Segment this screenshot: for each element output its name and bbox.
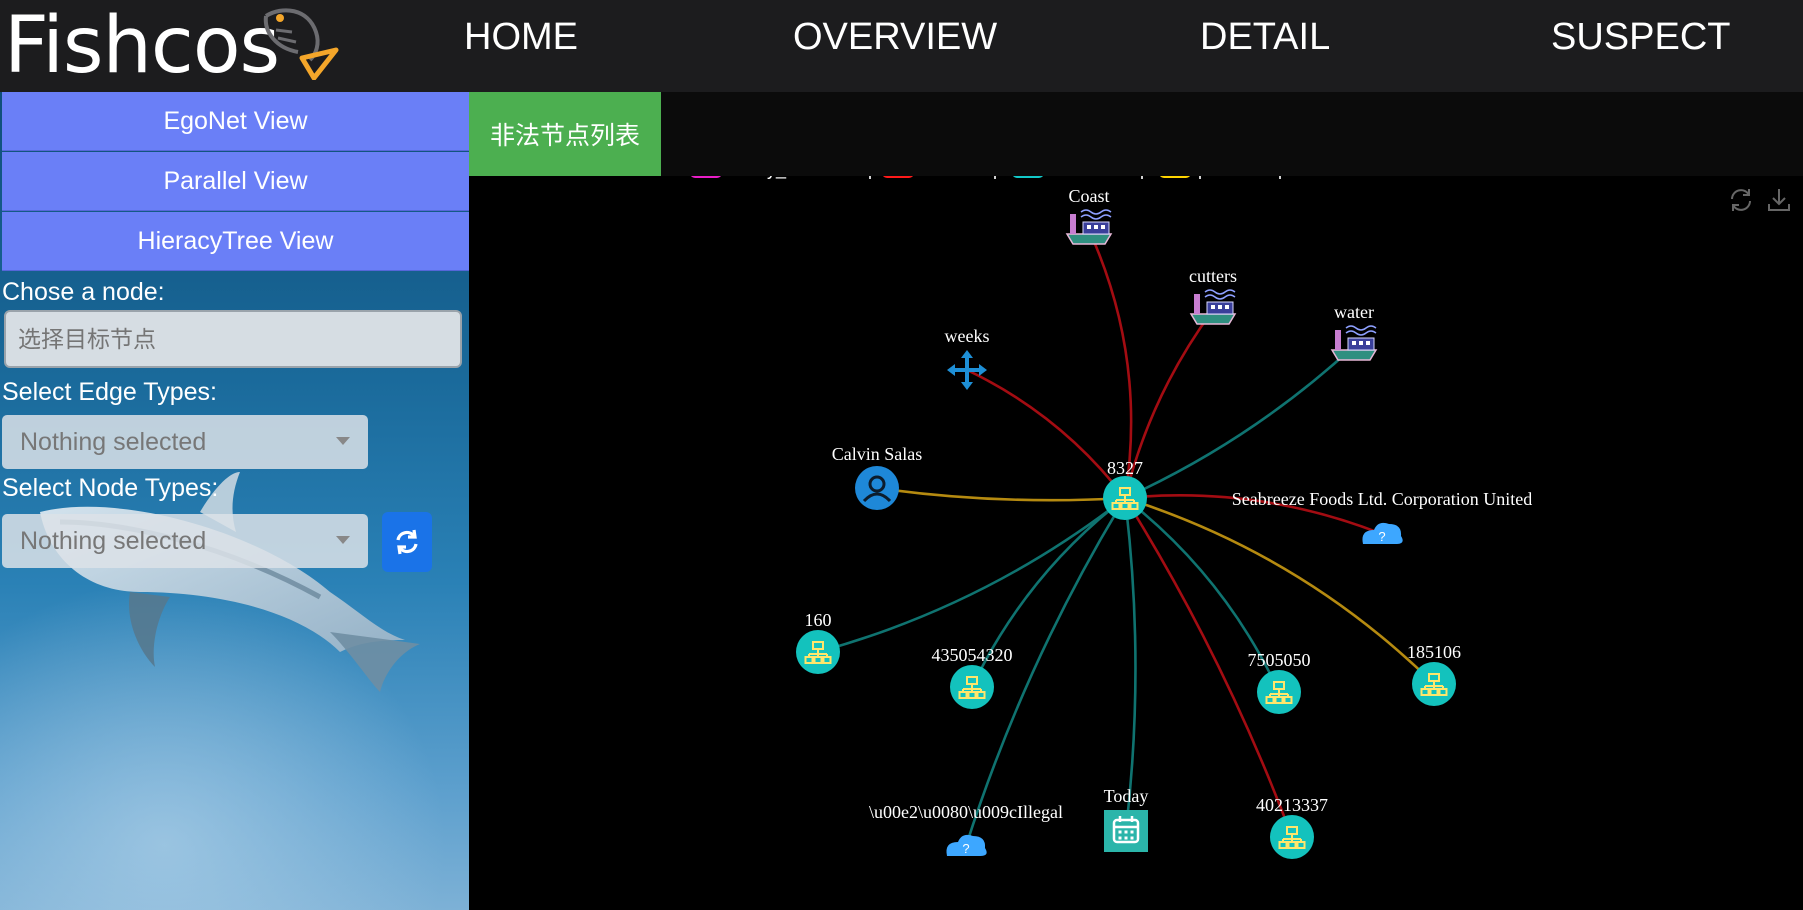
edge-partnership (876, 486, 1126, 502)
svg-text:?: ? (962, 841, 969, 856)
main-panel: 非法节点列表 family_relationship ownership membe… (469, 92, 1803, 910)
graph-node-label: Seabreeze Foods Ltd. Corporation United (1232, 489, 1532, 509)
graph-node-unknown[interactable]: ? Seabreeze Foods Ltd. Corporation United (1232, 489, 1532, 544)
graph-node-label: Today (1104, 786, 1149, 806)
legend-swatch (1013, 176, 1043, 178)
graph-node-company[interactable]: 435054320 (932, 645, 1013, 709)
edge-membership (964, 497, 1127, 847)
graph-node-company[interactable]: 7505050 (1248, 650, 1311, 714)
svg-text:?: ? (1378, 529, 1385, 544)
legend-swatch (691, 176, 721, 178)
graph-node-company[interactable]: 185106 (1407, 642, 1461, 706)
graph-node-company[interactable]: 40213337 (1256, 795, 1328, 859)
chevron-down-icon (336, 437, 350, 445)
graph-node-event[interactable]: Today (1104, 786, 1149, 852)
graph-node-label: Calvin Salas (832, 444, 923, 464)
top-nav-bar: Fishcos HOME OVERVIEW DETAIL SUSPECT (0, 0, 1803, 92)
network-graph[interactable]: family_relationship ownership membership pa… (469, 176, 1803, 910)
edge-ownership (966, 368, 1127, 499)
legend-item-ownership[interactable]: ownership (882, 176, 1003, 179)
edge-membership (817, 496, 1126, 654)
graph-node-vessel[interactable]: Coast (1065, 186, 1113, 245)
graph-node-label: \u00e2\u0080\u009cIllegal (869, 802, 1063, 822)
graph-node-label: 185106 (1407, 642, 1461, 662)
graph-node-label: 160 (805, 610, 832, 630)
graph-node-person[interactable]: Calvin Salas (832, 444, 923, 510)
graph-node-label: weeks (945, 326, 990, 346)
graph-node-label: 7505050 (1248, 650, 1311, 670)
hieracytree-view-button[interactable]: HieracyTree View (2, 212, 469, 271)
sidebar: EgoNet View Parallel View HieracyTree Vi… (0, 92, 469, 910)
graph-node-label: 40213337 (1256, 795, 1328, 815)
legend-label: membership (1051, 176, 1150, 179)
illegal-node-list-button[interactable]: 非法节点列表 (469, 92, 661, 176)
legend-label: family_relationship (729, 176, 878, 180)
graph-node-label: cutters (1189, 266, 1237, 286)
edge-types-label: Select Edge Types: (2, 378, 217, 406)
chevron-down-icon (336, 536, 350, 544)
graph-node-label: Coast (1068, 186, 1109, 206)
edge-membership (1124, 345, 1355, 500)
brand-name: Fishcos (4, 1, 280, 91)
refresh-icon (396, 529, 418, 555)
graph-node-company[interactable]: 8327 (1103, 458, 1147, 520)
nav-home[interactable]: HOME (464, 16, 578, 59)
graph-node-vessel[interactable]: cutters (1189, 266, 1237, 325)
node-search-input[interactable] (4, 310, 462, 368)
nav-overview[interactable]: OVERVIEW (793, 16, 997, 59)
parallel-view-button[interactable]: Parallel View (2, 152, 469, 211)
legend-label: partnership (1198, 176, 1288, 179)
legend-swatch (1160, 176, 1190, 178)
graph-node-unknown[interactable]: ? \u00e2\u0080\u009cIllegal (869, 802, 1063, 856)
nav-detail[interactable]: DETAIL (1200, 16, 1330, 59)
node-types-label: Select Node Types: (2, 474, 219, 502)
legend-swatch (883, 176, 913, 178)
legend-label: ownership (921, 176, 1003, 179)
graph-node-company[interactable]: 160 (796, 610, 840, 674)
node-types-select[interactable]: Nothing selected (2, 514, 368, 568)
refresh-button[interactable] (382, 512, 432, 572)
graph-node-vessel[interactable]: water (1330, 302, 1378, 361)
node-types-value: Nothing selected (20, 526, 207, 555)
edge-types-select[interactable]: Nothing selected (2, 415, 368, 469)
graph-node-movement[interactable]: weeks (945, 326, 990, 390)
node-select-label: Chose a node: (2, 278, 165, 306)
nav-suspect[interactable]: SUSPECT (1551, 16, 1730, 59)
legend-item-partnership[interactable]: partnership (1159, 176, 1288, 179)
graph-node-label: 8327 (1107, 458, 1143, 478)
edge-types-value: Nothing selected (20, 427, 207, 456)
legend-item-membership[interactable]: membership (1012, 176, 1150, 179)
edge-membership (1123, 497, 1137, 831)
legend-item-family_relationship[interactable]: family_relationship (690, 176, 878, 180)
fish-logo-icon (263, 8, 339, 80)
brand[interactable]: Fishcos (4, 0, 280, 92)
graph-node-label: 435054320 (932, 645, 1013, 665)
toolbar-band (661, 92, 1803, 176)
graph-node-label: water (1334, 302, 1374, 322)
egonet-view-button[interactable]: EgoNet View (2, 92, 469, 151)
